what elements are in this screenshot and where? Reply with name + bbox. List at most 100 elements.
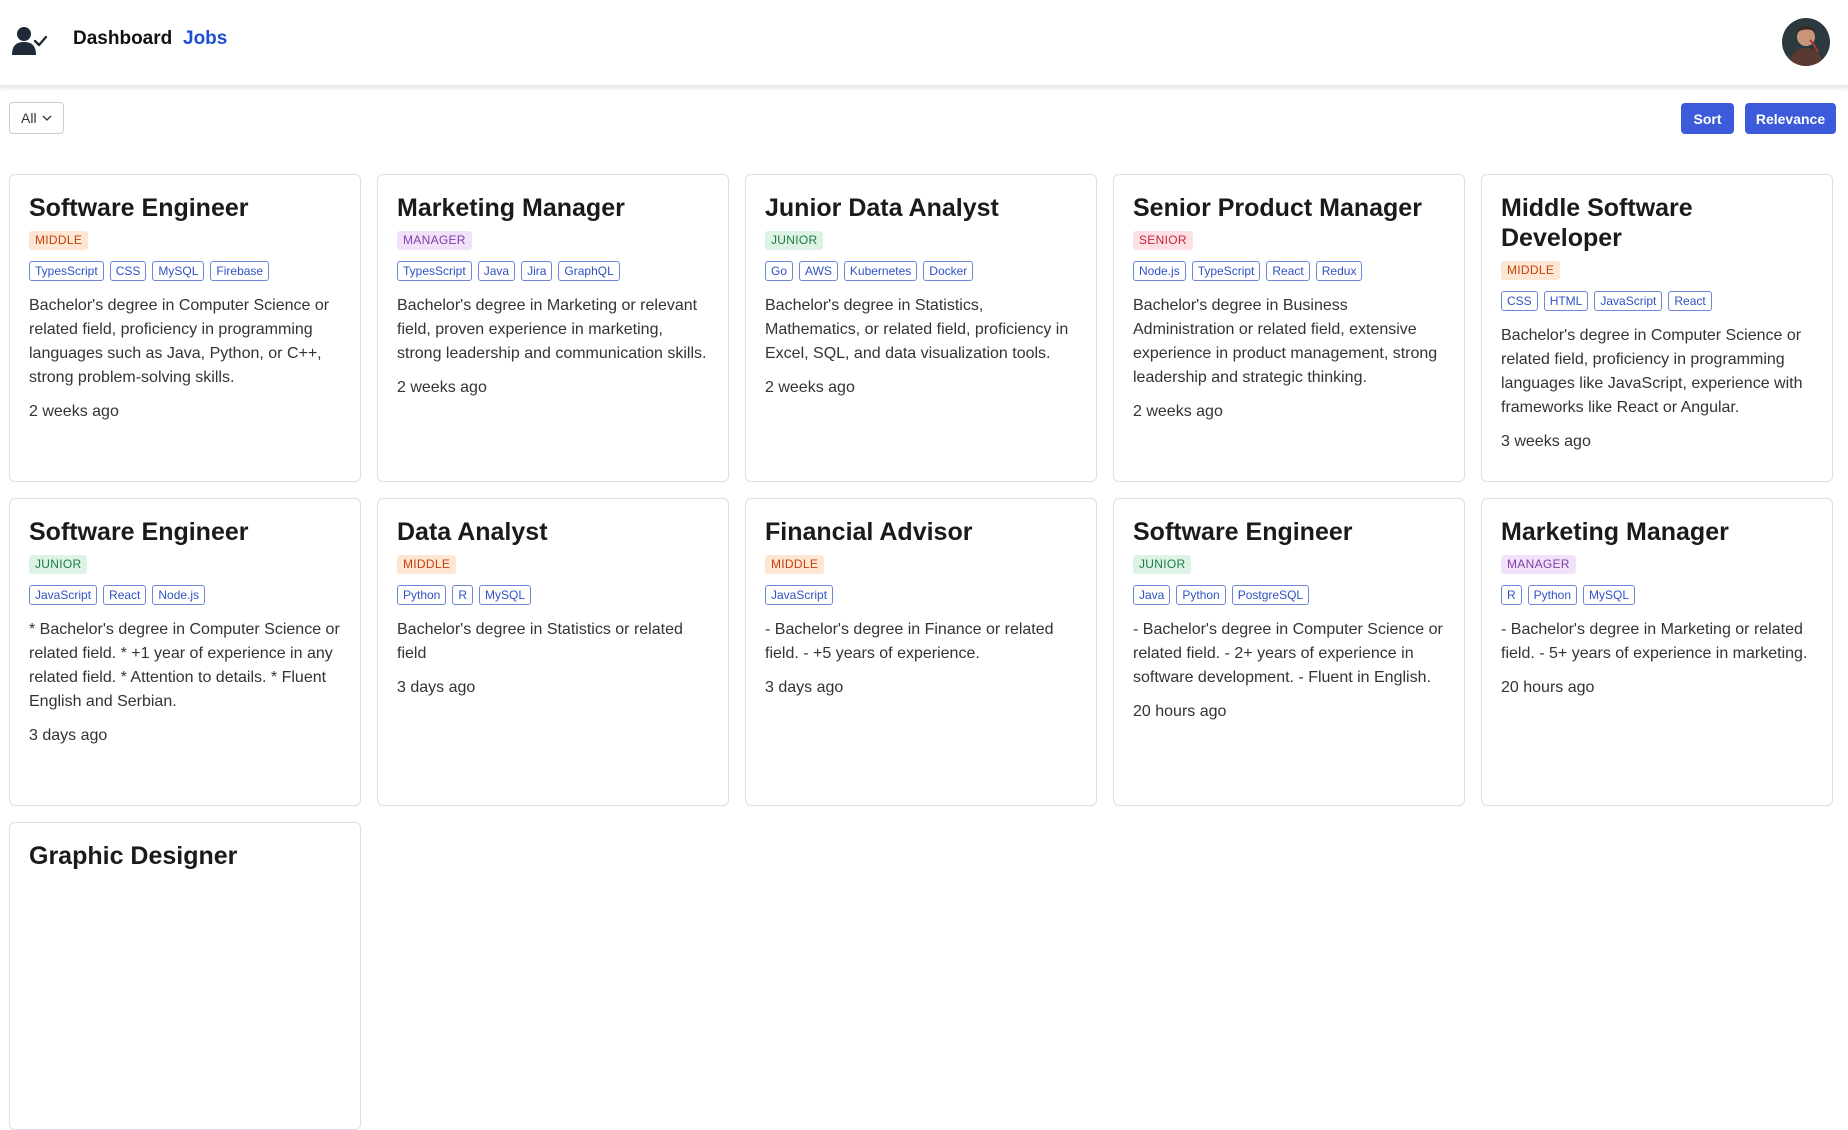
job-card[interactable]: Software Engineer JUNIOR Java Python Postgre… [1113,498,1465,806]
job-title: Software Engineer [29,518,249,546]
level-badge: MIDDLE [765,555,825,574]
job-title: Graphic Designer [29,842,238,870]
user-avatar[interactable] [1782,18,1830,66]
tech-tag: Python [1527,585,1578,605]
tech-tag: MySQL [152,261,205,281]
tech-tag: JavaScript [1594,291,1663,311]
user-check-icon[interactable] [12,26,48,56]
level-badge: MIDDLE [29,231,89,250]
tech-tag: Node.js [152,585,206,605]
tech-tag: React [1266,261,1310,281]
job-description: Bachelor's degree in Computer Science or… [1501,327,1803,416]
tech-tag: Python [1176,585,1226,605]
nav-jobs-link[interactable]: Jobs [183,28,227,50]
posted-time: 2 weeks ago [29,403,119,420]
posted-time: 3 days ago [29,727,108,744]
posted-time: 20 hours ago [1501,679,1595,696]
chevron-down-icon [42,115,52,121]
job-title: Data Analyst [397,518,548,546]
tech-tag: Python [397,585,447,605]
tech-tag: PostgreSQL [1231,585,1310,605]
top-navbar: Dashboard Jobs [0,0,1848,86]
job-description: Bachelor's degree in Statistics, Mathema… [765,297,1069,362]
tech-tags: TypesScript Java Jira GraphQL [397,261,709,281]
tech-tag: GraphQL [558,261,620,281]
level-badge: MANAGER [397,231,472,250]
tech-tag: Jira [521,261,553,281]
posted-time: 3 days ago [765,679,844,696]
nav-dashboard-link[interactable]: Dashboard [73,28,172,50]
tech-tags: Java Python PostgreSQL [1133,585,1445,605]
toolbar: All Sort Relevance [0,102,1848,136]
sort-button[interactable]: Sort [1681,103,1734,134]
posted-time: 20 hours ago [1133,703,1227,720]
tech-tag: Node.js [1133,261,1186,281]
level-badge: SENIOR [1133,231,1193,250]
job-card[interactable]: Marketing Manager MANAGER R Python MySQL - Ba… [1481,498,1833,806]
level-badge: MANAGER [1501,555,1576,574]
tech-tag: R [1501,585,1522,605]
job-title: Senior Product Manager [1133,194,1422,222]
tech-tag: Docker [923,261,974,281]
job-card[interactable]: Software Engineer MIDDLE TypesScript CSS MyS… [9,174,361,482]
job-description: Bachelor's degree in Statistics or relat… [397,621,683,662]
posted-time: 2 weeks ago [397,379,487,396]
job-description: - Bachelor's degree in Finance or relate… [765,621,1054,662]
relevance-button[interactable]: Relevance [1745,103,1836,134]
job-description: Bachelor's degree in Marketing or releva… [397,297,707,362]
tech-tag: React [1668,291,1712,311]
tech-tag: CSS [1501,291,1538,311]
avatar-image [1782,18,1830,66]
tech-tag: Java [1133,585,1171,605]
tech-tags: JavaScript [765,585,1077,605]
job-title: Marketing Manager [397,194,625,222]
tech-tag: Firebase [210,261,270,281]
job-card[interactable]: Financial Advisor MIDDLE JavaScript - Bache… [745,498,1097,806]
job-description: - Bachelor's degree in Marketing or rela… [1501,621,1808,662]
job-description: Bachelor's degree in Computer Science or… [29,297,330,386]
job-card[interactable]: Middle Software Developer MIDDLE CSS HTML Ja… [1481,174,1833,482]
filter-value: All [21,110,37,126]
tech-tag: Go [765,261,794,281]
job-card[interactable]: Data Analyst MIDDLE Python R MySQL Bachelor's… [377,498,729,806]
tech-tag: TypesScript [29,261,104,281]
posted-time: 3 days ago [397,679,476,696]
tech-tag: HTML [1543,291,1589,311]
job-title: Marketing Manager [1501,518,1729,546]
tech-tag: TypesScript [397,261,472,281]
level-badge: JUNIOR [765,231,824,250]
posted-time: 2 weeks ago [765,379,855,396]
job-card[interactable]: Junior Data Analyst JUNIOR Go AWS Kubernetes… [745,174,1097,482]
job-title: Software Engineer [29,194,249,222]
tech-tags: Go AWS Kubernetes Docker [765,261,1077,281]
level-badge: JUNIOR [29,555,88,574]
posted-time: 3 weeks ago [1501,433,1591,450]
tech-tag: Redux [1315,261,1363,281]
job-title: Financial Advisor [765,518,973,546]
job-card[interactable]: Senior Product Manager SENIOR Node.js TypeS… [1113,174,1465,482]
job-description: * Bachelor's degree in Computer Science … [29,621,340,710]
tech-tag: JavaScript [765,585,834,605]
tech-tag: R [452,585,474,605]
tech-tag: Kubernetes [843,261,918,281]
job-card[interactable]: Software Engineer JUNIOR JavaScript React No… [9,498,361,806]
tech-tag: AWS [799,261,838,281]
job-card[interactable]: Marketing Manager MANAGER TypesScript Java J… [377,174,729,482]
tech-tag: TypeScript [1191,261,1261,281]
tech-tags: Python R MySQL [397,585,709,605]
job-title: Middle Software Developer [1501,194,1693,252]
job-card[interactable]: Graphic Designer [9,822,361,1130]
tech-tags: R Python MySQL [1501,585,1813,605]
tech-tags: TypesScript CSS MySQL Firebase [29,261,341,281]
level-badge: MIDDLE [397,555,457,574]
tech-tag: React [103,585,147,605]
tech-tag: JavaScript [29,585,98,605]
level-filter-select[interactable]: All [9,102,64,134]
tech-tags: JavaScript React Node.js [29,585,341,605]
tech-tags: CSS HTML JavaScript React [1501,291,1813,311]
job-description: - Bachelor's degree in Computer Science … [1133,621,1443,686]
tech-tag: MySQL [479,585,532,605]
level-badge: MIDDLE [1501,261,1561,280]
level-badge: JUNIOR [1133,555,1192,574]
tech-tags: Node.js TypeScript React Redux [1133,261,1445,281]
